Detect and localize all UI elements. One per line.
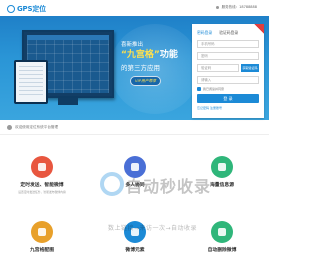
banner-line2: “九宫格”功能 [121, 47, 178, 60]
monitor-stand [58, 98, 78, 105]
banner-quote: “九宫格” [121, 50, 160, 60]
agree-label: 我已阅读并同意 [203, 87, 225, 91]
agree-checkbox[interactable] [197, 87, 201, 91]
grid-icon [31, 221, 53, 243]
clock-icon [31, 156, 53, 178]
login-panel: 密码登录 验证码登录 手机号码 密码 验证码 获取验证码 请输入 我已阅读并同意… [192, 24, 264, 118]
watermark: 自动秒收录 [100, 170, 260, 200]
feature-scheduled-post[interactable]: 定时发送、智能微博 设置定时发送任务，智能发布微博内容 [10, 156, 74, 194]
trash-icon [211, 221, 233, 243]
top-header: GPS定位 服务热线：18788888 [0, 0, 269, 16]
feature-title: 九宫格配图 [30, 248, 54, 253]
watermark-logo-icon [100, 172, 124, 196]
page: GPS定位 服务热线：18788888 喜新推出 “九宫格”功能 的第三方应用 … [0, 0, 269, 260]
vip-badge: VIP用户尊享 [130, 76, 162, 86]
tab-sms-login[interactable]: 验证码登录 [219, 30, 238, 36]
notice-bar: 欢迎使用定位系统平台管理 [7, 125, 58, 130]
agree-row: 我已阅读并同意 [197, 87, 224, 91]
feature-auto-delete[interactable]: 自动删除微博 [190, 221, 254, 253]
feature-desc: 设置定时发送任务，智能发布微博内容 [18, 190, 66, 194]
feature-title: 微博元素 [125, 248, 145, 253]
feature-title: 定时发送、智能微博 [20, 183, 64, 188]
banner-line3: 的第三方应用 [121, 64, 160, 72]
forgot-password-link[interactable]: 忘记密码 注册账号 [197, 106, 222, 110]
code-input[interactable]: 验证码 [197, 64, 239, 72]
service-phone-text: 服务热线：18788888 [221, 5, 257, 9]
monitor-title-bar [27, 35, 109, 40]
tab-password-login[interactable]: 密码登录 [197, 30, 212, 36]
feature-title: 自动删除微博 [207, 248, 237, 253]
login-tabs: 密码登录 验证码登录 [197, 30, 238, 36]
account-input[interactable]: 手机号码 [197, 40, 259, 48]
logo[interactable]: GPS定位 [7, 4, 46, 14]
service-hotline: 服务热线：18788888 [215, 5, 257, 10]
banner-line2-suffix: 功能 [159, 50, 178, 60]
extra-input[interactable]: 请输入 [197, 76, 259, 84]
divider [0, 134, 269, 135]
phone-icon [215, 6, 219, 9]
tablet-content [19, 66, 43, 98]
tablet-illustration [14, 60, 48, 104]
speaker-icon [7, 125, 12, 130]
logo-text: GPS定位 [17, 5, 46, 13]
watermark-main: 自动秒收录 [126, 177, 212, 196]
watermark-sub: 数上链接→来访一次→自动收录 [108, 225, 198, 232]
password-input[interactable]: 密码 [197, 52, 259, 60]
logo-icon [7, 5, 15, 13]
login-button[interactable]: 登 录 [197, 94, 259, 103]
notice-text: 欢迎使用定位系统平台管理 [15, 125, 59, 129]
feature-grid-images[interactable]: 九宫格配图 [10, 221, 74, 253]
get-code-button[interactable]: 获取验证码 [241, 64, 259, 72]
qr-corner-icon[interactable] [254, 24, 264, 34]
